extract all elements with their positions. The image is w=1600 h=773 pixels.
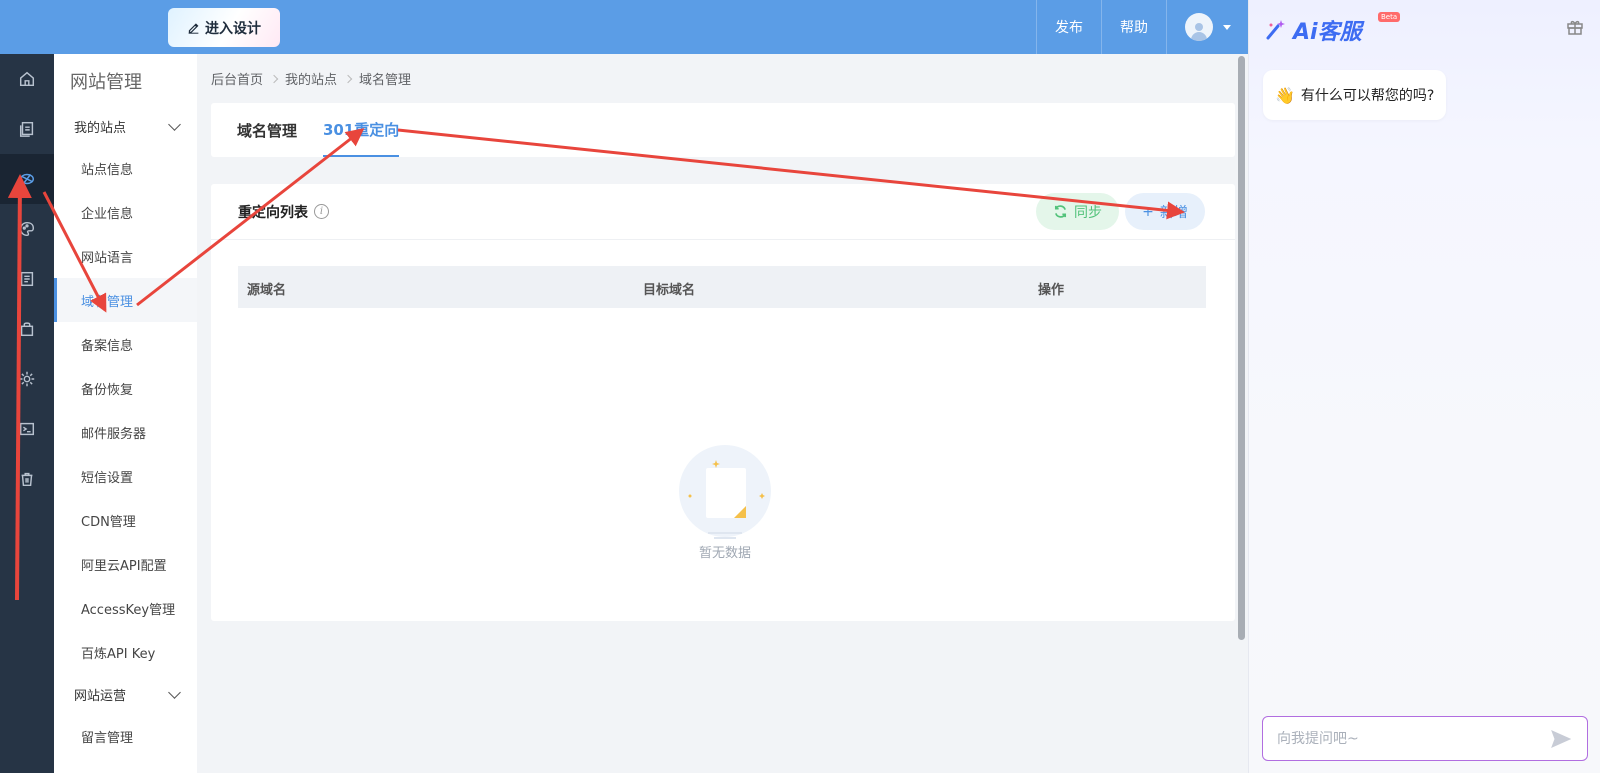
ask-box [1262,716,1588,761]
info-icon[interactable]: i [314,204,329,219]
group-site-operation[interactable]: 网站运营 [54,674,197,714]
sync-label: 同步 [1074,204,1102,221]
menu-item-bailian-key[interactable]: 百炼API Key [54,630,197,674]
menu-item-messages[interactable]: 留言管理 [54,714,197,758]
menu-item-mail-server[interactable]: 邮件服务器 [54,410,197,454]
column-source-domain: 源域名 [247,283,287,298]
menu-item-sms-settings[interactable]: 短信设置 [54,454,197,498]
chevron-down-icon [168,685,181,699]
settings-icon [19,371,35,387]
magic-wand-icon [1266,20,1285,40]
breadcrumb-my-sites[interactable]: 我的站点 [285,69,337,88]
pages-icon [19,121,34,137]
menu-item-cdn[interactable]: CDN管理 [54,498,197,542]
rail-theme[interactable] [0,204,54,254]
user-menu[interactable] [1166,0,1248,54]
breadcrumb: 后台首页 我的站点 域名管理 [211,69,411,88]
enter-design-button[interactable]: 进入设计 [168,8,280,47]
rail-trash[interactable] [0,454,54,504]
document-icon [20,271,34,287]
rail-pages[interactable] [0,104,54,154]
menu-item-aliyun-api[interactable]: 阿里云API配置 [54,542,197,586]
menu-item-icp-filing[interactable]: 备案信息 [54,322,197,366]
list-header: 重定向列表 i 同步 + 新增 [211,184,1235,240]
beta-badge: Beta [1378,12,1401,22]
breadcrumb-current: 域名管理 [359,73,412,88]
menu-item-company-info[interactable]: 企业信息 [54,190,197,234]
enter-design-label: 进入设计 [205,20,261,37]
menu-item-accesskey[interactable]: AccessKey管理 [54,586,197,630]
help-button[interactable]: 帮助 [1101,0,1166,54]
palette-icon [19,221,35,237]
table-header: 源域名 目标域名 操作 [238,266,1206,308]
rail-shop[interactable] [0,304,54,354]
chevron-down-icon [168,117,181,131]
send-icon[interactable] [1551,730,1571,748]
top-right-nav: 发布 帮助 [1036,0,1248,54]
publish-button[interactable]: 发布 [1036,0,1101,54]
avatar [1184,13,1213,41]
trash-icon [21,472,33,487]
tabs-bar: 域名管理 301重定向 [211,103,1235,157]
submenu-title: 网站管理 [70,72,142,93]
column-target-domain: 目标域名 [643,283,696,298]
chevron-right-icon [343,74,353,83]
tab-301-redirect[interactable]: 301重定向 [323,103,400,157]
menu-item-domain-management[interactable]: 域名管理 [54,278,197,322]
add-button[interactable]: + 新增 [1125,193,1205,230]
group-my-sites[interactable]: 我的站点 [54,106,197,146]
tab-domain-management[interactable]: 域名管理 [237,103,297,157]
ai-greeting-bubble: 👋 有什么可以帮您的吗? [1263,70,1447,120]
rail-home[interactable] [0,54,54,104]
add-label: 新增 [1159,204,1188,221]
ai-greeting-text: 有什么可以帮您的吗? [1300,88,1435,104]
redirect-list-card: 重定向列表 i 同步 + 新增 源域名 目标域名 操作 暂无数据 [211,184,1235,621]
list-title: 重定向列表 [238,204,308,221]
rail-console[interactable] [0,404,54,454]
group-site-operation-label: 网站运营 [74,688,127,704]
empty-state: 暂无数据 [675,444,775,561]
site-icon [19,173,35,185]
icon-rail [0,54,54,773]
waving-hand-icon: 👋 [1275,85,1295,105]
rail-site[interactable] [0,154,54,204]
plus-icon: + [1142,203,1154,220]
ai-logo: Ai客服 [1263,14,1362,46]
bag-icon [20,322,34,337]
edit-icon [188,23,199,34]
terminal-icon [19,422,35,436]
column-actions: 操作 [1038,283,1065,298]
sync-button[interactable]: 同步 [1036,193,1119,230]
menu-item-backup-restore[interactable]: 备份恢复 [54,366,197,410]
menu-item-site-language[interactable]: 网站语言 [54,234,197,278]
breadcrumb-home[interactable]: 后台首页 [211,69,263,88]
ai-assistant-panel: Ai客服 Beta 👋 有什么可以帮您的吗? [1248,0,1600,773]
chevron-right-icon [269,74,279,83]
menu-item-site-info[interactable]: 站点信息 [54,146,197,190]
gift-icon[interactable] [1566,18,1584,36]
group-my-sites-label: 我的站点 [74,120,127,136]
rail-articles[interactable] [0,254,54,304]
empty-data-icon [678,444,772,539]
user-icon [1190,21,1207,41]
empty-text: 暂无数据 [698,546,751,561]
refresh-icon [1054,205,1067,218]
ai-header: Ai客服 Beta [1249,0,1600,54]
site-submenu: 网站管理 我的站点 站点信息 企业信息 网站语言 域名管理 备案信息 备份恢复 … [54,54,197,773]
main-content: 后台首页 我的站点 域名管理 域名管理 301重定向 重定向列表 i 同步 + … [197,54,1248,773]
rail-settings[interactable] [0,354,54,404]
caret-down-icon [1222,24,1231,30]
main-scrollbar[interactable] [1238,56,1245,640]
ai-logo-text: Ai客服 [1293,20,1362,45]
home-icon [19,71,35,87]
top-bar: 进入设计 发布 帮助 [0,0,1248,54]
ask-input[interactable] [1277,730,1537,747]
